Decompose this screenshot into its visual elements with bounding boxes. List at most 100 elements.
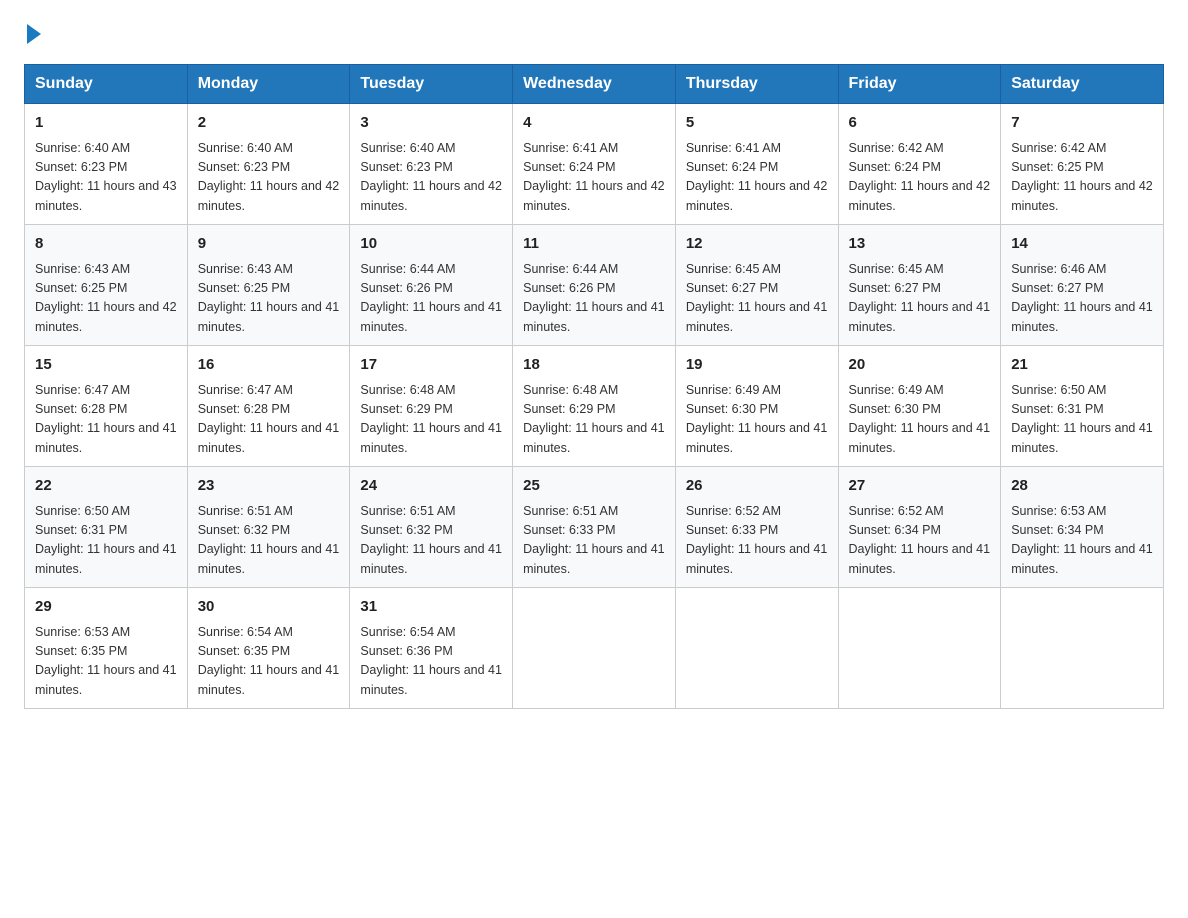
calendar-cell: 18 Sunrise: 6:48 AMSunset: 6:29 PMDayligh…: [513, 346, 676, 467]
calendar-cell: 2Sunrise: 6:40 AMSunset: 6:23 PMDaylight…: [187, 104, 350, 225]
day-info: Sunrise: 6:46 AMSunset: 6:27 PMDaylight:…: [1011, 260, 1153, 338]
calendar-cell: 11 Sunrise: 6:44 AMSunset: 6:26 PMDayligh…: [513, 225, 676, 346]
day-number: 25: [523, 475, 665, 498]
day-info: Sunrise: 6:51 AMSunset: 6:32 PMDaylight:…: [198, 502, 340, 580]
day-info: Sunrise: 6:42 AMSunset: 6:24 PMDaylight:…: [849, 139, 991, 217]
day-number: 14: [1011, 233, 1153, 256]
calendar-cell: 4Sunrise: 6:41 AMSunset: 6:24 PMDaylight…: [513, 104, 676, 225]
day-number: 23: [198, 475, 340, 498]
header-cell-monday: Monday: [187, 65, 350, 104]
day-info: Sunrise: 6:41 AMSunset: 6:24 PMDaylight:…: [523, 139, 665, 217]
calendar-cell: 16 Sunrise: 6:47 AMSunset: 6:28 PMDayligh…: [187, 346, 350, 467]
calendar-table: SundayMondayTuesdayWednesdayThursdayFrid…: [24, 64, 1164, 709]
day-info: Sunrise: 6:42 AMSunset: 6:25 PMDaylight:…: [1011, 139, 1153, 217]
day-info: Sunrise: 6:40 AMSunset: 6:23 PMDaylight:…: [360, 139, 502, 217]
day-info: Sunrise: 6:43 AMSunset: 6:25 PMDaylight:…: [198, 260, 340, 338]
header-cell-wednesday: Wednesday: [513, 65, 676, 104]
calendar-cell: 27 Sunrise: 6:52 AMSunset: 6:34 PMDayligh…: [838, 467, 1001, 588]
day-number: 29: [35, 596, 177, 619]
day-info: Sunrise: 6:53 AMSunset: 6:34 PMDaylight:…: [1011, 502, 1153, 580]
day-number: 8: [35, 233, 177, 256]
header-cell-thursday: Thursday: [675, 65, 838, 104]
day-number: 26: [686, 475, 828, 498]
day-number: 3: [360, 112, 502, 135]
calendar-cell: 3 Sunrise: 6:40 AMSunset: 6:23 PMDaylight…: [350, 104, 513, 225]
calendar-cell: 14 Sunrise: 6:46 AMSunset: 6:27 PMDayligh…: [1001, 225, 1164, 346]
calendar-cell: 15 Sunrise: 6:47 AMSunset: 6:28 PMDayligh…: [25, 346, 188, 467]
calendar-cell: 9 Sunrise: 6:43 AMSunset: 6:25 PMDaylight…: [187, 225, 350, 346]
calendar-cell: 22 Sunrise: 6:50 AMSunset: 6:31 PMDayligh…: [25, 467, 188, 588]
day-number: 20: [849, 354, 991, 377]
day-info: Sunrise: 6:41 AMSunset: 6:24 PMDaylight:…: [686, 139, 828, 217]
day-info: Sunrise: 6:47 AMSunset: 6:28 PMDaylight:…: [198, 381, 340, 459]
calendar-cell: [513, 588, 676, 709]
day-number: 15: [35, 354, 177, 377]
day-number: 31: [360, 596, 502, 619]
calendar-cell: 7 Sunrise: 6:42 AMSunset: 6:25 PMDaylight…: [1001, 104, 1164, 225]
day-info: Sunrise: 6:40 AMSunset: 6:23 PMDaylight:…: [198, 139, 340, 217]
logo-blue-text: [24, 24, 41, 44]
day-info: Sunrise: 6:54 AMSunset: 6:35 PMDaylight:…: [198, 623, 340, 701]
day-info: Sunrise: 6:43 AMSunset: 6:25 PMDaylight:…: [35, 260, 177, 338]
day-number: 21: [1011, 354, 1153, 377]
day-info: Sunrise: 6:49 AMSunset: 6:30 PMDaylight:…: [849, 381, 991, 459]
header-cell-tuesday: Tuesday: [350, 65, 513, 104]
calendar-cell: 30 Sunrise: 6:54 AMSunset: 6:35 PMDayligh…: [187, 588, 350, 709]
day-info: Sunrise: 6:52 AMSunset: 6:34 PMDaylight:…: [849, 502, 991, 580]
day-number: 1: [35, 112, 177, 135]
header-cell-saturday: Saturday: [1001, 65, 1164, 104]
day-info: Sunrise: 6:49 AMSunset: 6:30 PMDaylight:…: [686, 381, 828, 459]
day-number: 30: [198, 596, 340, 619]
day-info: Sunrise: 6:48 AMSunset: 6:29 PMDaylight:…: [523, 381, 665, 459]
logo-arrow-icon: [27, 24, 41, 44]
calendar-cell: 19Sunrise: 6:49 AMSunset: 6:30 PMDayligh…: [675, 346, 838, 467]
day-number: 18: [523, 354, 665, 377]
calendar-cell: 28 Sunrise: 6:53 AMSunset: 6:34 PMDayligh…: [1001, 467, 1164, 588]
day-info: Sunrise: 6:50 AMSunset: 6:31 PMDaylight:…: [35, 502, 177, 580]
day-info: Sunrise: 6:44 AMSunset: 6:26 PMDaylight:…: [360, 260, 502, 338]
calendar-body: 1 Sunrise: 6:40 AMSunset: 6:23 PMDaylight…: [25, 104, 1164, 709]
calendar-cell: 29 Sunrise: 6:53 AMSunset: 6:35 PMDayligh…: [25, 588, 188, 709]
day-number: 28: [1011, 475, 1153, 498]
day-info: Sunrise: 6:48 AMSunset: 6:29 PMDaylight:…: [360, 381, 502, 459]
day-number: 16: [198, 354, 340, 377]
logo: [24, 24, 41, 44]
calendar-cell: 6 Sunrise: 6:42 AMSunset: 6:24 PMDaylight…: [838, 104, 1001, 225]
header-row: SundayMondayTuesdayWednesdayThursdayFrid…: [25, 65, 1164, 104]
day-info: Sunrise: 6:51 AMSunset: 6:32 PMDaylight:…: [360, 502, 502, 580]
day-number: 17: [360, 354, 502, 377]
day-info: Sunrise: 6:52 AMSunset: 6:33 PMDaylight:…: [686, 502, 828, 580]
day-number: 13: [849, 233, 991, 256]
day-number: 7: [1011, 112, 1153, 135]
calendar-cell: [1001, 588, 1164, 709]
day-info: Sunrise: 6:40 AMSunset: 6:23 PMDaylight:…: [35, 139, 177, 217]
calendar-cell: 25 Sunrise: 6:51 AMSunset: 6:33 PMDayligh…: [513, 467, 676, 588]
header-cell-sunday: Sunday: [25, 65, 188, 104]
calendar-cell: 17 Sunrise: 6:48 AMSunset: 6:29 PMDayligh…: [350, 346, 513, 467]
calendar-week-row: 1 Sunrise: 6:40 AMSunset: 6:23 PMDaylight…: [25, 104, 1164, 225]
day-info: Sunrise: 6:47 AMSunset: 6:28 PMDaylight:…: [35, 381, 177, 459]
day-number: 5: [686, 112, 828, 135]
day-number: 9: [198, 233, 340, 256]
calendar-cell: 13 Sunrise: 6:45 AMSunset: 6:27 PMDayligh…: [838, 225, 1001, 346]
day-number: 27: [849, 475, 991, 498]
calendar-cell: [675, 588, 838, 709]
calendar-cell: 12Sunrise: 6:45 AMSunset: 6:27 PMDayligh…: [675, 225, 838, 346]
calendar-cell: 23 Sunrise: 6:51 AMSunset: 6:32 PMDayligh…: [187, 467, 350, 588]
day-info: Sunrise: 6:51 AMSunset: 6:33 PMDaylight:…: [523, 502, 665, 580]
header-cell-friday: Friday: [838, 65, 1001, 104]
day-number: 22: [35, 475, 177, 498]
calendar-cell: 5 Sunrise: 6:41 AMSunset: 6:24 PMDaylight…: [675, 104, 838, 225]
day-number: 12: [686, 233, 828, 256]
calendar-cell: 1 Sunrise: 6:40 AMSunset: 6:23 PMDaylight…: [25, 104, 188, 225]
calendar-week-row: 22 Sunrise: 6:50 AMSunset: 6:31 PMDayligh…: [25, 467, 1164, 588]
day-number: 11: [523, 233, 665, 256]
calendar-week-row: 8 Sunrise: 6:43 AMSunset: 6:25 PMDaylight…: [25, 225, 1164, 346]
calendar-header: SundayMondayTuesdayWednesdayThursdayFrid…: [25, 65, 1164, 104]
day-number: 6: [849, 112, 991, 135]
day-info: Sunrise: 6:45 AMSunset: 6:27 PMDaylight:…: [849, 260, 991, 338]
day-info: Sunrise: 6:44 AMSunset: 6:26 PMDaylight:…: [523, 260, 665, 338]
calendar-cell: 26 Sunrise: 6:52 AMSunset: 6:33 PMDayligh…: [675, 467, 838, 588]
day-info: Sunrise: 6:53 AMSunset: 6:35 PMDaylight:…: [35, 623, 177, 701]
calendar-cell: [838, 588, 1001, 709]
